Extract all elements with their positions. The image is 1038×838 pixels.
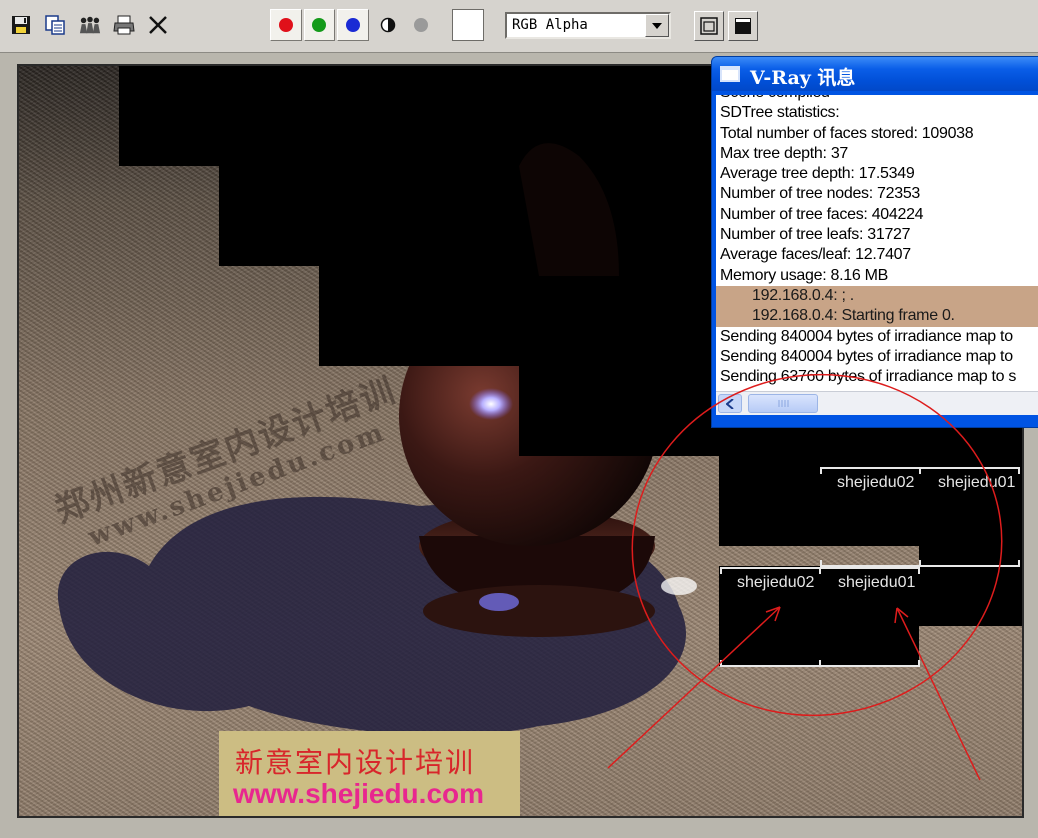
monochrome-button[interactable]	[371, 9, 405, 41]
horizontal-scrollbar[interactable]	[716, 391, 1038, 415]
chevron-down-icon	[652, 22, 662, 29]
caption-box: 新意室内设计培训 www.shejiedu.com	[219, 731, 520, 817]
window-icon	[720, 66, 740, 82]
log-line: Average faces/leaf: 12.7407	[720, 246, 911, 264]
print-button[interactable]	[110, 10, 138, 40]
clear-image-button[interactable]	[144, 10, 172, 40]
clone-icon	[79, 16, 101, 34]
bucket-label: shejiedu01	[938, 474, 1016, 491]
log-line: Sending 63760 bytes of irradiance map to…	[720, 368, 1017, 386]
window-frame-icon	[700, 17, 718, 35]
copy-image-button[interactable]	[41, 10, 69, 40]
grip-icon	[778, 400, 789, 407]
green-channel-button[interactable]	[303, 9, 336, 41]
vray-log-area[interactable]: Scene compiledSDTree statistics: Total nu…	[716, 95, 1038, 391]
green-dot-icon	[312, 18, 327, 32]
vray-title-bar[interactable]: V-Ray 讯息	[712, 57, 1038, 91]
dropdown-arrow-button[interactable]	[645, 14, 669, 37]
channel-toggle-group	[270, 9, 438, 41]
log-line: Scene compiled	[716, 95, 1038, 103]
caption-chinese: 新意室内设计培训	[235, 746, 476, 779]
log-line: 192.168.0.4: ; .	[716, 285, 1038, 307]
half-circle-icon	[380, 17, 395, 33]
show-last-vfb-button[interactable]	[728, 11, 758, 41]
red-dot-icon	[278, 18, 293, 32]
blue-dot-icon	[346, 18, 361, 32]
filled-frame-icon	[735, 18, 751, 34]
vfb-toolbar: RGB Alpha	[0, 0, 1038, 53]
log-line: SDTree statistics:	[720, 104, 840, 122]
log-line: Memory usage: 8.16 MB	[720, 266, 888, 284]
log-line: Number of tree leafs: 31727	[720, 226, 911, 244]
caption-url: www.shejiedu.com	[233, 778, 485, 809]
copy-icon	[45, 15, 65, 35]
bucket-label: shejiedu02	[737, 574, 815, 591]
bucket-label: shejiedu02	[837, 474, 915, 491]
save-icon	[12, 16, 30, 34]
alpha-channel-button[interactable]	[404, 9, 438, 41]
log-line: Sending 840004 bytes of irradiance map t…	[720, 327, 1013, 345]
save-image-button[interactable]	[7, 10, 35, 40]
log-line: Total number of faces stored: 109038	[720, 124, 974, 142]
alpha-dot-icon	[414, 18, 429, 32]
log-line: Number of tree nodes: 72353	[720, 185, 921, 203]
scroll-thumb[interactable]	[748, 394, 818, 413]
print-icon	[113, 15, 135, 35]
track-mouse-button[interactable]	[694, 11, 724, 41]
chevron-left-icon	[726, 398, 734, 409]
log-line: Number of tree faces: 404224	[720, 205, 924, 223]
log-line: 192.168.0.4: Starting frame 0.	[716, 306, 1038, 327]
display-channel-select[interactable]: RGB Alpha	[505, 12, 671, 39]
log-line: Max tree depth: 37	[720, 144, 849, 162]
log-line: Average tree depth: 17.5349	[720, 165, 915, 183]
color-swatch[interactable]	[452, 9, 484, 41]
vray-title-text: V-Ray 讯息	[750, 67, 856, 89]
scroll-left-button[interactable]	[718, 394, 742, 413]
log-line: Sending 840004 bytes of irradiance map t…	[720, 347, 1013, 365]
close-icon	[149, 16, 167, 34]
display-channel-value: RGB Alpha	[512, 17, 588, 33]
bucket-label: shejiedu01	[838, 574, 916, 591]
clone-window-button[interactable]	[76, 10, 104, 40]
vray-message-window[interactable]: V-Ray 讯息 Scene compiledSDTree statistics…	[711, 56, 1038, 428]
blue-channel-button[interactable]	[337, 9, 369, 41]
red-channel-button[interactable]	[270, 9, 302, 41]
